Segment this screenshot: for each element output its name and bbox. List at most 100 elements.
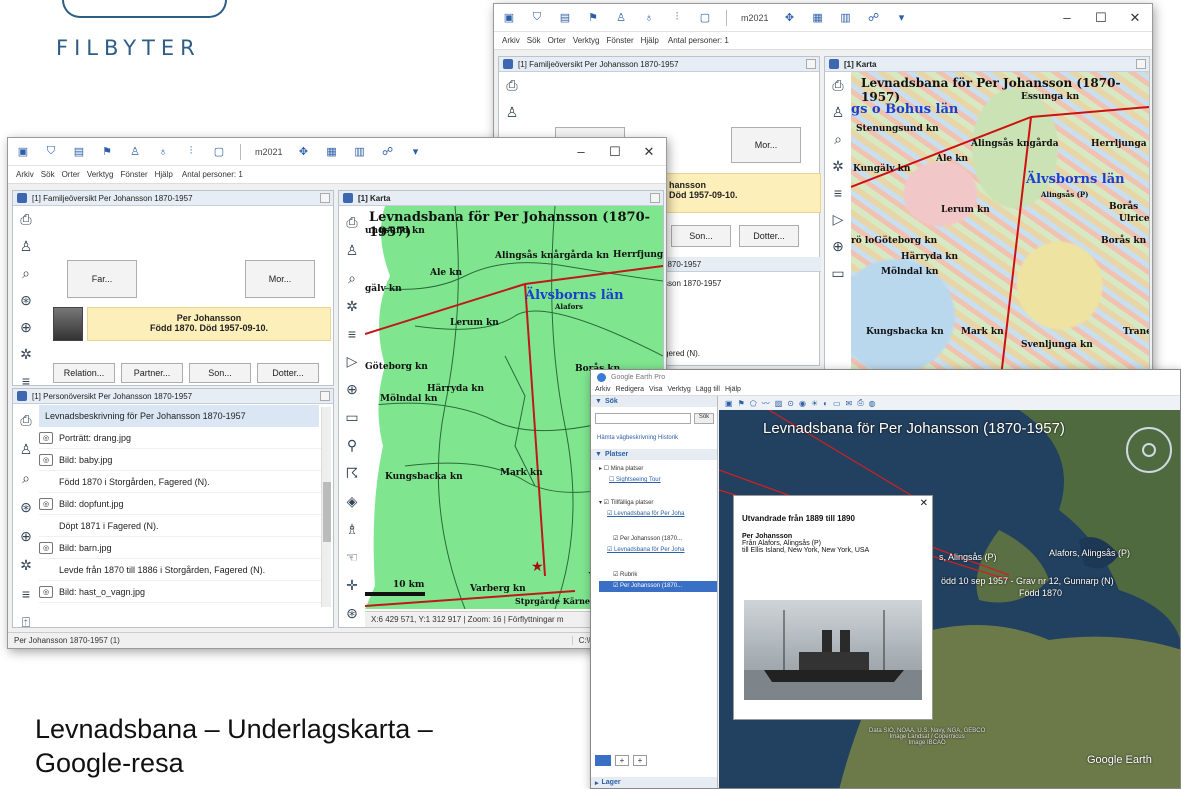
person-icon[interactable]: ♙: [614, 11, 628, 25]
ge-search-links[interactable]: Hämta vägbeskrivning Historik: [591, 435, 717, 449]
tree-icon[interactable]: ☍: [381, 145, 395, 159]
ge-search-section[interactable]: ▼ Sök: [591, 396, 717, 407]
pointer-icon[interactable]: ▷: [833, 211, 844, 228]
layout-icon[interactable]: ▥: [353, 145, 367, 159]
menu-fonster[interactable]: Fönster: [121, 170, 148, 179]
person-pin-icon[interactable]: ♗: [346, 521, 359, 538]
box-icon[interactable]: ▢: [698, 11, 712, 25]
menu-sok[interactable]: Sök: [527, 36, 541, 45]
daughter-button[interactable]: Dotter...: [739, 225, 799, 247]
son-button[interactable]: Son...: [671, 225, 731, 247]
menu-verktyg[interactable]: Verktyg: [573, 36, 600, 45]
gear-icon[interactable]: ✲: [832, 158, 844, 175]
layers-icon[interactable]: ◈: [347, 493, 358, 510]
ge-add-button[interactable]: +: [615, 755, 629, 766]
list-item[interactable]: Född 1870 i Storgården, Fagered (N).: [39, 471, 324, 493]
more-icon[interactable]: ▾: [409, 145, 423, 159]
map-canvas-old[interactable]: Levnadsbana för Per Johansson (1870-1957…: [851, 72, 1149, 377]
ge-earth-view[interactable]: Levnadsbana för Per Johansson (1870-1957…: [719, 410, 1180, 788]
tree-item[interactable]: ☑ Per Johansson (1870...: [599, 534, 717, 545]
tree-item[interactable]: ☐ Sightseeing Tour: [599, 475, 717, 486]
ruler-icon[interactable]: ▭: [345, 409, 358, 426]
menu-hjalp[interactable]: Hjälp: [641, 36, 659, 45]
person-card[interactable]: hansson Död 1957-09-10.: [664, 173, 821, 213]
ge-tour-icon[interactable]: ⊙: [787, 399, 794, 408]
grid-icon[interactable]: ▦: [811, 11, 825, 25]
ge-planet-icon[interactable]: ◐: [823, 399, 828, 408]
list-item[interactable]: ◎ Porträtt: drang.jpg: [39, 427, 324, 449]
gear-icon[interactable]: ✲: [346, 298, 358, 315]
marker-icon[interactable]: ⚲: [347, 437, 357, 454]
tree-item[interactable]: ▾ ☑ Tillfälliga platser: [599, 498, 717, 509]
pin-icon[interactable]: ♁: [156, 145, 170, 159]
ge-view-button[interactable]: [595, 755, 611, 766]
chart-icon[interactable]: ⫶: [670, 11, 684, 25]
ge-path-icon[interactable]: 〰: [762, 398, 770, 409]
scrollbar-thumb[interactable]: [323, 482, 331, 542]
list-item[interactable]: ◎ Bild: dopfunt.jpg: [39, 493, 324, 515]
list-item[interactable]: ◎ Bild: baby.jpg: [39, 449, 324, 471]
panel-menu-button[interactable]: [650, 193, 660, 203]
ge-ruler-icon[interactable]: ▭: [833, 399, 841, 408]
globe-icon[interactable]: ⊛: [346, 605, 358, 622]
ge-globe-icon[interactable]: ◉: [799, 399, 806, 408]
menu-arkiv[interactable]: Arkiv: [16, 170, 34, 179]
ge-maps-icon[interactable]: ◍: [869, 399, 876, 408]
print-icon[interactable]: ⎙: [506, 77, 517, 94]
list-icon[interactable]: ≡: [22, 586, 30, 602]
daughter-button[interactable]: Dotter...: [257, 363, 319, 383]
export-icon[interactable]: ⍐: [22, 614, 30, 631]
person-search-icon[interactable]: ♙: [832, 104, 845, 121]
layout-icon[interactable]: ▥: [839, 11, 853, 25]
menu-orter[interactable]: Orter: [548, 36, 566, 45]
person-card[interactable]: Per Johansson Född 1870. Död 1957-09-10.: [87, 307, 331, 341]
print-icon[interactable]: ⎙: [346, 214, 357, 231]
mother-button[interactable]: Mor...: [731, 127, 801, 163]
ge-polygon-icon[interactable]: ⬠: [750, 399, 757, 408]
globe-settings-icon[interactable]: ⊕: [20, 528, 32, 545]
tree-item[interactable]: ▸ ☐ Mina platser: [599, 464, 717, 475]
filter-icon[interactable]: ⛉: [530, 11, 544, 25]
maximize-icon[interactable]: ☐: [598, 144, 632, 160]
mother-button[interactable]: Mor...: [245, 260, 315, 298]
box-icon[interactable]: ▢: [212, 145, 226, 159]
home-icon[interactable]: ▣: [16, 145, 30, 159]
father-button[interactable]: Far...: [67, 260, 137, 298]
relation-button[interactable]: Relation...: [53, 363, 115, 383]
person-search-icon[interactable]: ♙: [20, 441, 33, 458]
panel-menu-button[interactable]: [320, 391, 330, 401]
menu-orter[interactable]: Orter: [62, 170, 80, 179]
scrollbar[interactable]: [321, 407, 331, 607]
ge-overlay-icon[interactable]: ▨: [775, 399, 783, 408]
minimize-icon[interactable]: –: [564, 144, 598, 160]
list-row[interactable]: gered (N).: [664, 349, 700, 358]
ge-sidebar-toggle-icon[interactable]: ▣: [725, 399, 733, 408]
move-icon[interactable]: ✥: [783, 11, 797, 25]
flag-icon[interactable]: ⚑: [586, 11, 600, 25]
list-icon[interactable]: ≡: [834, 185, 842, 201]
grid-icon[interactable]: ▦: [325, 145, 339, 159]
panel-menu-button[interactable]: [806, 59, 816, 69]
compass-icon[interactable]: ✛: [346, 577, 358, 594]
zoom-icon[interactable]: ⊕: [346, 381, 358, 398]
search-icon[interactable]: ⌕: [348, 270, 356, 287]
tree-item-selected[interactable]: ☑ Per Johansson (1870...: [599, 581, 717, 592]
list-item[interactable]: Döpt 1871 i Fagered (N).: [39, 515, 324, 537]
ge-menu-item[interactable]: Hjälp: [725, 386, 741, 393]
menu-hjalp[interactable]: Hjälp: [155, 170, 173, 179]
ge-search-button[interactable]: Sök: [694, 413, 714, 424]
ge-menu-item[interactable]: Lägg till: [696, 386, 720, 393]
ruler-icon[interactable]: ▭: [831, 265, 844, 282]
ge-menu-item[interactable]: Verktyg: [667, 386, 690, 393]
ge-add-folder-button[interactable]: +: [633, 755, 647, 766]
pointer-icon[interactable]: ▷: [347, 353, 358, 370]
maximize-icon[interactable]: ☐: [1084, 10, 1118, 26]
hand-icon[interactable]: ☜: [346, 549, 359, 566]
ge-print-icon[interactable]: ⎙: [857, 398, 863, 408]
person-icon[interactable]: ♙: [128, 145, 142, 159]
move-icon[interactable]: ✥: [297, 145, 311, 159]
ge-search-input[interactable]: [595, 413, 691, 424]
panel-menu-button[interactable]: [1136, 59, 1146, 69]
gear-icon[interactable]: ✲: [20, 557, 32, 574]
gear-icon[interactable]: ✲: [20, 346, 32, 363]
